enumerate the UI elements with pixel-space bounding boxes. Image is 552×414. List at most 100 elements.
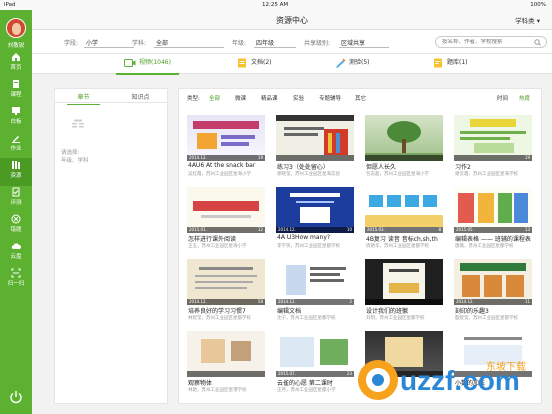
resource-author: 林艳，苏州工业园区星港学校 — [188, 388, 247, 393]
resource-card[interactable]: 2015.07. 23 云雀的心愿 第二课时 王月，苏州工业园区星都小学 — [276, 331, 354, 399]
video-icon — [124, 58, 136, 67]
tree-list-icon — [72, 119, 84, 128]
sidebar-item-mistakes[interactable]: 错题 — [0, 212, 32, 240]
category-dropdown[interactable]: 学科类 ▾ — [515, 15, 540, 25]
sidebar-item-cloud[interactable]: 云盘 — [0, 239, 32, 267]
video-date: 2014.12. — [189, 155, 207, 160]
battery-label: 100% — [530, 2, 546, 8]
resource-card[interactable]: 2014.12. 2 编辑文档 沈宁，苏州工业园区星都学校 — [276, 259, 354, 327]
video-meta: 2014.12. 11 — [454, 299, 532, 305]
video-thumbnail: 2015.01. 12 — [187, 187, 265, 233]
search-input[interactable] — [442, 39, 530, 45]
share-label: 共享级别: — [304, 40, 331, 47]
view-count: 12 — [257, 227, 263, 232]
video-thumbnail: 2015.03. 8 — [365, 187, 443, 233]
cloud-icon — [11, 243, 21, 249]
video-date: 2015.03. — [367, 227, 385, 232]
view-count: 2 — [349, 299, 352, 304]
sidebar-item-course[interactable]: 课程 — [0, 77, 32, 105]
resource-card[interactable]: 19 习作2 谢云霞，苏州工业园区星海学校 — [454, 115, 532, 183]
video-thumbnail: 2015.05. 13 — [454, 187, 532, 233]
sidebar-item-home[interactable]: 首页 — [0, 50, 32, 78]
video-meta: 2015.07. 23 — [276, 371, 354, 377]
resource-author: 王月，苏州工业园区星都小学 — [277, 388, 336, 393]
subject-select[interactable]: 全部 — [156, 38, 168, 47]
resource-author: 周艳华，苏州工业园区星都学校 — [366, 244, 429, 249]
sidebar-item-resource[interactable]: 资源 — [0, 158, 32, 186]
resource-title: 但愿人长久 — [366, 164, 397, 171]
video-date: 2014.12. — [278, 299, 296, 304]
resource-card[interactable]: 但愿人长久 包志超，苏州工业园区星海小学 — [365, 115, 443, 183]
resource-card[interactable]: 设计我们的班徽 刘玥，苏州工业园区星都学校 — [365, 259, 443, 327]
resource-title: 4A U3How many? — [277, 234, 331, 241]
resource-card[interactable]: 2015.01. 12 怎样进行课外阅读 王玉，苏州工业园区星海小学 — [187, 187, 265, 255]
search-box — [435, 36, 547, 48]
tab-quiz[interactable]: 测验(5) — [334, 57, 370, 71]
filter-experiment[interactable]: 实验 — [293, 94, 304, 102]
tab-document[interactable]: 文档(2) — [236, 57, 272, 71]
filter-quality-course[interactable]: 精品课 — [261, 94, 278, 102]
grade-select[interactable]: 四年级 — [256, 38, 274, 47]
filter-panel: 章节 知识点 请选择: 年级、学科 — [54, 88, 168, 404]
video-thumbnail — [187, 331, 265, 377]
resource-author: 李学英，苏州工业园区星都学校 — [277, 244, 340, 249]
video-thumbnail — [276, 115, 354, 161]
tab-chapter[interactable]: 章节 — [55, 92, 112, 105]
resource-type-tabs: 视频(1046) 文档(2) 测验(5) 题库(1) — [32, 54, 552, 75]
sidebar-item-label: 资源 — [10, 173, 22, 179]
resource-card[interactable]: 练习3（处处留心） 郭晓莹，苏州工业园区星海实验 — [276, 115, 354, 183]
filter-bar: 学段: 小学 学科: 全部 年级: 四年级 共享级别: 区域共享 — [32, 30, 552, 54]
video-thumbnail: 2015.07. 23 — [276, 331, 354, 377]
sidebar-item-scan[interactable]: 扫一扫 — [0, 266, 32, 294]
resource-author: 郭晓莹，苏州工业园区星海实验 — [277, 172, 340, 177]
video-meta — [365, 299, 443, 305]
tab-video[interactable]: 视频(1046) — [116, 57, 179, 75]
filter-all[interactable]: 全部 — [209, 94, 220, 102]
divider — [339, 47, 389, 48]
sidebar-item-label: 作业 — [10, 146, 22, 152]
resource-title: 培养良好的学习习惯7 — [188, 308, 246, 315]
sort-time[interactable]: 时间 — [497, 94, 508, 102]
video-meta: 2014.12. 19 — [187, 155, 265, 161]
power-icon[interactable] — [9, 390, 23, 404]
view-count: 8 — [438, 227, 441, 232]
subject-label: 学科: — [132, 40, 147, 47]
share-select[interactable]: 区域共享 — [341, 38, 365, 47]
avatar[interactable] — [6, 18, 26, 38]
sidebar-item-label: 课程 — [10, 92, 22, 98]
resource-author: 谢云霞，苏州工业园区星海学校 — [455, 172, 518, 177]
sidebar-item-label: 扫一扫 — [7, 281, 25, 287]
filter-micro-lesson[interactable]: 微课 — [235, 94, 246, 102]
divider — [154, 47, 224, 48]
sidebar-item-whiteboard[interactable]: 白板 — [0, 104, 32, 132]
grade-label: 年级: — [232, 40, 247, 47]
sort-popularity[interactable]: 热度 — [519, 94, 530, 102]
search-icon[interactable] — [534, 39, 541, 46]
filter-tutoring[interactable]: 专题辅导 — [319, 94, 341, 102]
resource-card[interactable]: 2014.12. 11 刻印的乐趣3 殷智莹，苏州工业园区星都学校 — [454, 259, 532, 327]
sidebar-item-homework[interactable]: 作业 — [0, 131, 32, 159]
panel-hint: 请选择: 年级、学科 — [61, 149, 89, 165]
sort-bar: 类型: 全部 微课 精品课 实验 专题辅导 其它 时间 热度 — [179, 89, 543, 105]
header: 资源中心 学科类 ▾ — [32, 10, 552, 30]
view-count: 19 — [524, 155, 530, 160]
resource-card[interactable]: 2014.12. 58 培养良好的学习习惯7 林智莹，苏州工业园区星都学校 — [187, 259, 265, 327]
filter-other[interactable]: 其它 — [355, 94, 366, 102]
resource-author: 沈宁，苏州工业园区星都学校 — [277, 316, 336, 321]
video-thumbnail: 2014.12. 10 — [276, 187, 354, 233]
tab-question-bank[interactable]: 题库(1) — [432, 57, 468, 71]
tab-question-bank-label: 题库(1) — [447, 59, 468, 66]
sidebar-item-test[interactable]: 评测 — [0, 185, 32, 213]
status-bar: iPad 12:25 AM 100% — [0, 0, 552, 10]
sidebar-item-label: 云盘 — [10, 254, 22, 260]
stage-select[interactable]: 小学 — [86, 38, 98, 47]
resource-card[interactable]: 2014.12. 10 4A U3How many? 李学英，苏州工业园区星都学校 — [276, 187, 354, 255]
resource-card[interactable]: 2015.03. 8 4B复习 读音 音标ch,sh,th 周艳华，苏州工业园区星… — [365, 187, 443, 255]
resource-author: 吴红霞，苏州工业园区星海小学 — [188, 172, 251, 177]
video-thumbnail — [365, 115, 443, 161]
tab-knowledge-point[interactable]: 知识点 — [112, 92, 169, 101]
resource-card[interactable]: 观察物体 林艳，苏州工业园区星港学校 — [187, 331, 265, 399]
resource-card[interactable]: 2015.05. 13 编辑表格 —— 班辅的课程表 唐薇，苏州工业园区星都学校 — [454, 187, 532, 255]
resource-card[interactable]: 2014.12. 19 4AU6 At the snack bar 吴红霞，苏州工… — [187, 115, 265, 183]
watermark-logo: uzzf.com 东坡下载 — [358, 360, 526, 400]
